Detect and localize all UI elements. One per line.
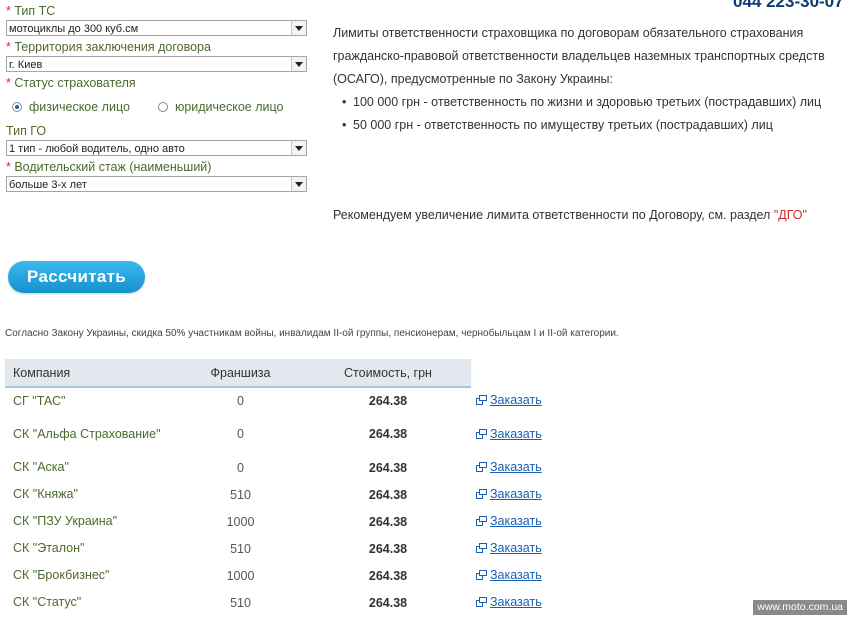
calculator-form: * Тип ТС мотоциклы до 300 куб.см * Терри… bbox=[6, 0, 310, 192]
order-cell: Заказать bbox=[471, 535, 841, 562]
price-value: 264.38 bbox=[368, 460, 408, 475]
order-link[interactable]: Заказать bbox=[476, 487, 542, 501]
chevron-down-icon bbox=[291, 57, 306, 71]
order-link[interactable]: Заказать bbox=[476, 427, 542, 441]
order-link[interactable]: Заказать bbox=[476, 595, 542, 609]
company-name: СК "Альфа Страхование" bbox=[13, 426, 161, 441]
liability-list: 100 000 грн - ответственность по жизни и… bbox=[333, 91, 848, 137]
price-value: 264.38 bbox=[368, 541, 408, 556]
status-radio-legal[interactable]: юридическое лицо bbox=[152, 100, 283, 114]
external-link-icon bbox=[476, 489, 487, 499]
external-link-icon bbox=[476, 516, 487, 526]
vehicle-type-label: * Тип ТС bbox=[6, 4, 56, 18]
franchise-value: 0 bbox=[237, 460, 244, 475]
price-value: 264.38 bbox=[368, 595, 408, 610]
table-row: СК "Эталон" 510 264.38 Заказать bbox=[5, 535, 841, 562]
company-name: СК "Аска" bbox=[13, 460, 69, 474]
table-header-row: Компания Франшиза Стоимость, грн bbox=[5, 359, 841, 388]
liability-item: 50 000 грн - ответственность по имуществ… bbox=[342, 114, 848, 137]
table-row: СК "Княжа" 510 264.38 Заказать bbox=[5, 481, 841, 508]
company-name: СК "Эталон" bbox=[13, 541, 85, 555]
company-name: СК "Княжа" bbox=[13, 487, 78, 501]
order-cell: Заказать bbox=[471, 481, 841, 508]
company-name: СК "Брокбизнес" bbox=[13, 568, 110, 582]
company-name: СК "ПЗУ Украина" bbox=[13, 514, 118, 528]
territory-select[interactable]: г. Киев bbox=[6, 56, 307, 72]
dgo-link[interactable]: "ДГО" bbox=[774, 208, 807, 222]
status-label: * Статус страхователя bbox=[6, 76, 136, 90]
vehicle-type-select[interactable]: мотоциклы до 300 куб.см bbox=[6, 20, 307, 36]
column-header-franchise: Франшиза bbox=[176, 359, 305, 388]
chevron-down-icon bbox=[291, 21, 306, 35]
franchise-value: 0 bbox=[237, 394, 244, 408]
company-name: СГ "ТАС" bbox=[13, 393, 66, 408]
column-header-price: Стоимость, грн bbox=[305, 359, 471, 388]
franchise-value: 1000 bbox=[226, 514, 255, 529]
franchise-value: 510 bbox=[230, 595, 251, 610]
experience-select[interactable]: больше 3-х лет bbox=[6, 176, 307, 192]
external-link-icon bbox=[476, 570, 487, 580]
table-row: СК "Брокбизнес" 1000 264.38 Заказать bbox=[5, 562, 841, 589]
franchise-value: 510 bbox=[230, 541, 251, 556]
territory-label: * Территория заключения договора bbox=[6, 40, 211, 54]
discount-note: Согласно Закону Украины, скидка 50% учас… bbox=[5, 328, 619, 339]
column-header-company: Компания bbox=[5, 359, 176, 388]
price-value: 264.38 bbox=[368, 394, 408, 408]
chevron-down-icon bbox=[291, 141, 306, 155]
franchise-value: 0 bbox=[237, 427, 244, 441]
go-type-label: Тип ГО bbox=[6, 124, 47, 138]
franchise-value: 510 bbox=[230, 487, 251, 502]
liability-info: Лимиты ответственности страховщика по до… bbox=[333, 22, 848, 137]
order-cell: Заказать bbox=[471, 562, 841, 589]
order-cell: Заказать bbox=[471, 508, 841, 535]
order-link[interactable]: Заказать bbox=[476, 568, 542, 582]
chevron-down-icon bbox=[291, 177, 306, 191]
experience-label: * Водительский стаж (наименьший) bbox=[6, 160, 212, 174]
order-cell: Заказать bbox=[471, 387, 841, 414]
status-radio-individual[interactable]: физическое лицо bbox=[6, 100, 130, 114]
results-table: Компания Франшиза Стоимость, грн СГ "ТАС… bbox=[5, 359, 841, 616]
table-row: СК "ПЗУ Украина" 1000 264.38 Заказать bbox=[5, 508, 841, 535]
order-link[interactable]: Заказать bbox=[476, 460, 542, 474]
price-value: 264.38 bbox=[368, 568, 408, 583]
radio-selected-icon bbox=[12, 102, 22, 112]
external-link-icon bbox=[476, 543, 487, 553]
price-value: 264.38 bbox=[368, 514, 408, 529]
liability-intro: Лимиты ответственности страховщика по до… bbox=[333, 26, 825, 86]
company-name: СК "Статус" bbox=[13, 595, 82, 609]
order-link[interactable]: Заказать bbox=[476, 514, 542, 528]
calculate-button[interactable]: Рассчитать bbox=[8, 261, 145, 293]
external-link-icon bbox=[476, 597, 487, 607]
phone-number: 044 223-30-07 bbox=[733, 0, 850, 10]
table-row: СК "Аска" 0 264.38 Заказать bbox=[5, 454, 841, 481]
radio-empty-icon bbox=[157, 102, 168, 112]
go-type-select[interactable]: 1 тип - любой водитель, одно авто bbox=[6, 140, 307, 156]
price-value: 264.38 bbox=[368, 487, 408, 502]
liability-item: 100 000 грн - ответственность по жизни и… bbox=[342, 91, 848, 114]
site-watermark: www.moto.com.ua bbox=[753, 600, 847, 615]
recommendation-text: Рекомендуем увеличение лимита ответствен… bbox=[333, 208, 807, 222]
external-link-icon bbox=[476, 462, 487, 472]
order-cell: Заказать bbox=[471, 454, 841, 481]
external-link-icon bbox=[476, 395, 487, 405]
order-cell: Заказать bbox=[471, 414, 841, 454]
franchise-value: 1000 bbox=[226, 568, 255, 583]
table-row: СГ "ТАС" 0 264.38 Заказать bbox=[5, 387, 841, 414]
order-link[interactable]: Заказать bbox=[476, 393, 542, 407]
price-value: 264.38 bbox=[368, 427, 408, 441]
external-link-icon bbox=[476, 428, 487, 439]
order-link[interactable]: Заказать bbox=[476, 541, 542, 555]
table-row: СК "Альфа Страхование" 0 264.38 Заказать bbox=[5, 414, 841, 454]
status-radio-group: физическое лицо юридическое лицо bbox=[6, 96, 310, 118]
table-row: СК "Статус" 510 264.38 Заказать bbox=[5, 589, 841, 616]
